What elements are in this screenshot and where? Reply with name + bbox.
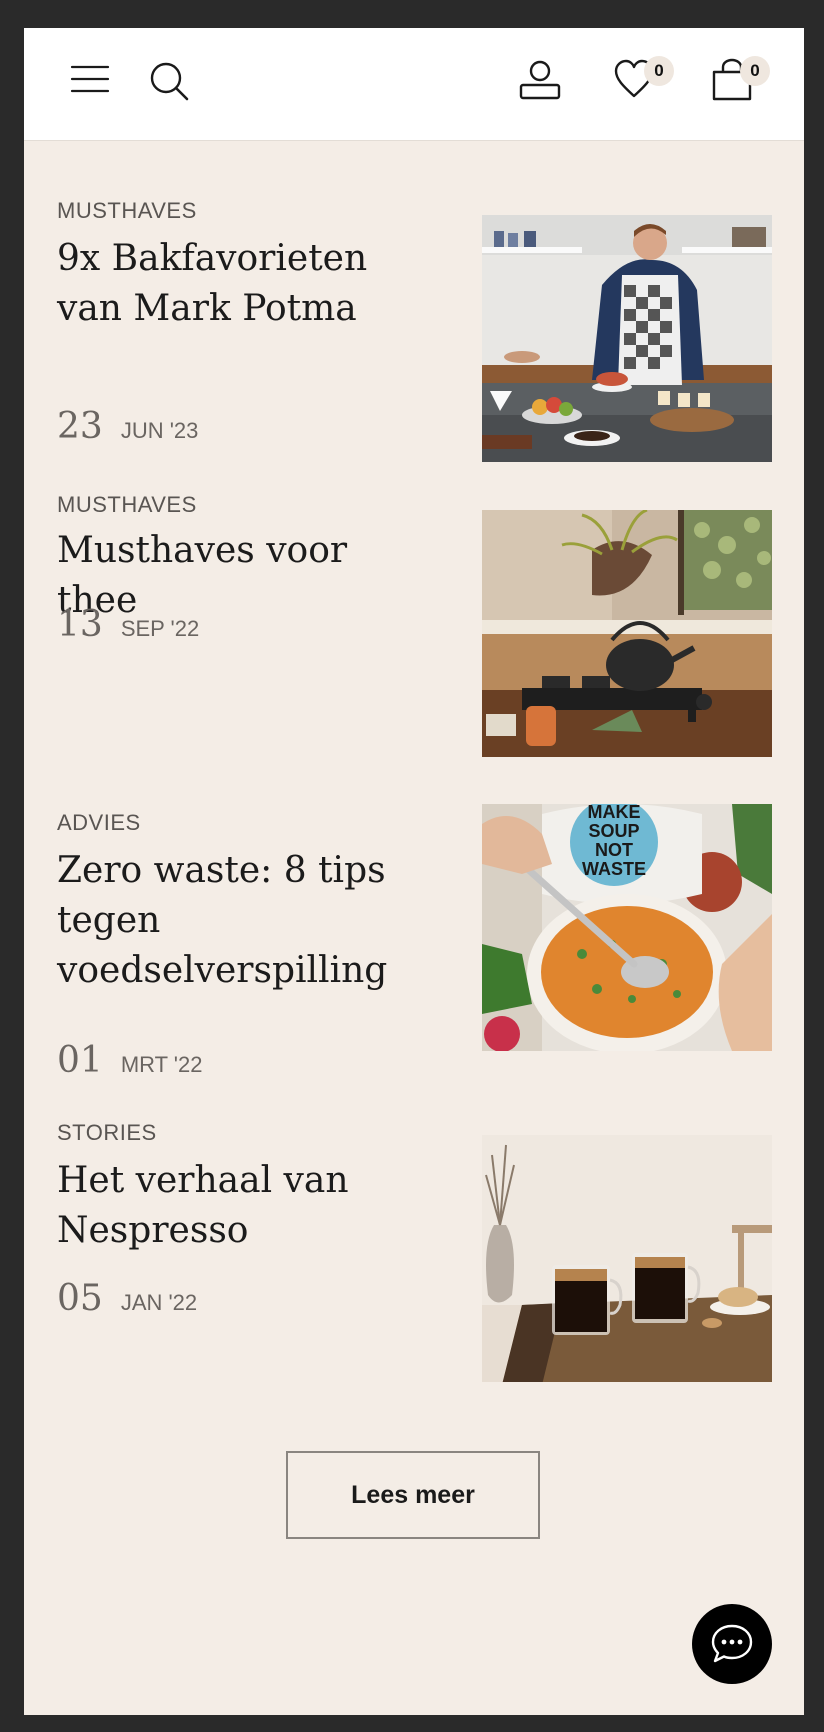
article-date: 05 JAN '22 <box>57 1278 197 1319</box>
article-month: SEP '22 <box>120 616 200 641</box>
article-month: MRT '22 <box>120 1052 203 1077</box>
article-day: 23 <box>57 406 103 447</box>
soup-bag-text: MAKE <box>588 804 641 822</box>
article-title[interactable]: Zero waste: 8 tips tegen voedselverspill… <box>57 846 437 996</box>
load-more-button[interactable]: Lees meer <box>286 1451 540 1539</box>
article-day: 05 <box>57 1278 103 1319</box>
article-thumbnail-soup[interactable]: MAKE SOUP NOT WASTE <box>482 804 772 1051</box>
article-day: 13 <box>57 604 103 645</box>
search-icon[interactable] <box>148 60 190 102</box>
chat-bubble-icon <box>711 1624 753 1663</box>
soup-bag-text: WASTE <box>582 859 646 879</box>
site-header: 0 0 <box>24 28 804 141</box>
article-thumbnail-baking[interactable] <box>482 215 772 462</box>
article-category: MUSTHAVES <box>57 492 197 517</box>
article-title[interactable]: Het verhaal van Nespresso <box>57 1156 437 1256</box>
soup-bag-text: SOUP <box>588 821 639 841</box>
soup-bag-text: NOT <box>595 840 633 860</box>
article-date: 13 SEP '22 <box>57 604 199 645</box>
article-card[interactable]: STORIES Het verhaal van Nespresso 05 JAN … <box>24 1108 804 1382</box>
article-category: MUSTHAVES <box>57 198 197 223</box>
wishlist-count-badge: 0 <box>644 56 674 86</box>
article-card[interactable]: MUSTHAVES 9x Bakfavorieten van Mark Potm… <box>24 188 804 462</box>
cart-count-badge: 0 <box>740 56 770 86</box>
article-title[interactable]: 9x Bakfavorieten van Mark Potma <box>57 234 437 334</box>
article-card[interactable]: MUSTHAVES Musthaves voor thee 13 SEP '22 <box>24 480 804 757</box>
article-month: JAN '22 <box>120 1290 198 1315</box>
menu-icon[interactable] <box>70 64 110 94</box>
article-thumbnail-coffee[interactable] <box>482 1135 772 1382</box>
article-date: 23 JUN '23 <box>57 406 198 447</box>
chat-button[interactable] <box>692 1604 772 1684</box>
page-frame: 0 0 MUSTHAVES 9x Bakfavorieten van Mark … <box>24 28 804 1715</box>
article-date: 01 MRT '22 <box>57 1040 202 1081</box>
article-card[interactable]: ADVIES Zero waste: 8 tips tegen voedselv… <box>24 774 804 1081</box>
article-month: JUN '23 <box>120 418 199 443</box>
article-category: STORIES <box>57 1120 157 1145</box>
account-icon[interactable] <box>518 58 562 102</box>
article-thumbnail-tea[interactable] <box>482 510 772 757</box>
article-category: ADVIES <box>57 810 141 835</box>
article-day: 01 <box>57 1040 103 1081</box>
